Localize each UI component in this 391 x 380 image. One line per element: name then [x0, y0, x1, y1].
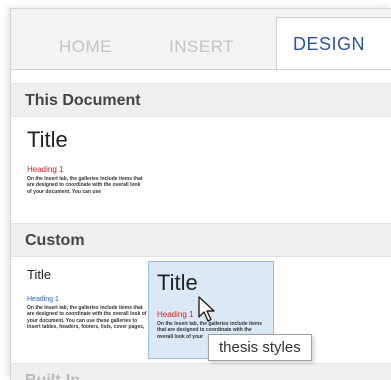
style-thumbnail-custom-1[interactable]: Title Heading 1 On the Insert tab, the g…: [27, 267, 147, 363]
tab-design[interactable]: DESIGN: [276, 17, 391, 69]
thumbnail-body-text: On the Insert tab, the galleries include…: [27, 305, 147, 330]
section-header-built-in: Built-In: [11, 363, 391, 380]
thumbnail-title: Title: [27, 267, 52, 282]
thumbnail-title: Title: [27, 127, 68, 152]
tooltip: thesis styles: [208, 334, 312, 361]
tab-insert[interactable]: INSERT: [169, 25, 234, 69]
section-header-this-document: This Document: [11, 83, 391, 117]
thumbnail-body-text: On the Insert tab, the galleries include…: [27, 176, 143, 195]
tab-home[interactable]: HOME: [59, 25, 112, 69]
thumbnail-heading: Heading 1: [27, 296, 59, 303]
section-header-custom: Custom: [11, 223, 391, 257]
thumbnail-heading: Heading 1: [27, 165, 64, 174]
style-thumbnail-this-document[interactable]: Title Heading 1 On the Insert tab, the g…: [27, 127, 145, 219]
style-set-gallery: HOME INSERT DESIGN This Document Title H…: [10, 8, 391, 380]
mouse-pointer-icon: [198, 296, 215, 322]
ribbon-tabs: HOME INSERT DESIGN: [11, 9, 391, 70]
thumbnail-title: Title: [157, 270, 198, 295]
